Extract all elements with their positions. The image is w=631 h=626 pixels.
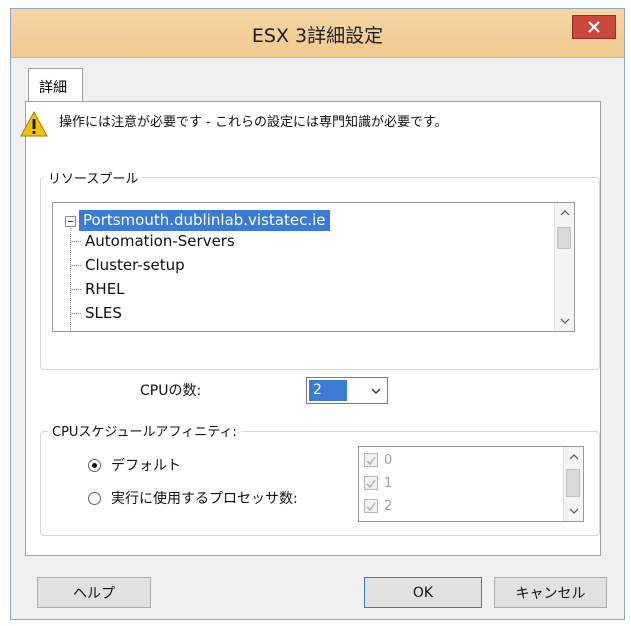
radio-processors[interactable]: 実行に使用するプロセッサ数: [88, 488, 298, 508]
tree-item-cluster-setup[interactable]: Cluster-setup [71, 254, 185, 276]
scroll-up-icon[interactable] [555, 203, 574, 223]
checkbox-icon [364, 453, 378, 467]
cpu-item-2: 2 [364, 497, 392, 515]
scroll-up-icon[interactable] [564, 447, 583, 467]
tree-item-rhel[interactable]: RHEL [71, 278, 125, 300]
radio-processors-label: 実行に使用するプロセッサ数: [111, 491, 298, 507]
tree-item-sles[interactable]: SLES [71, 302, 122, 324]
cpu-list-scrollbar[interactable] [563, 447, 583, 521]
tree-scrollbar[interactable] [554, 203, 574, 331]
collapse-icon[interactable] [65, 216, 76, 227]
cpu-affinity-list[interactable]: 0 1 2 [358, 446, 584, 522]
tree-item-automation-servers[interactable]: Automation-Servers [71, 230, 235, 252]
tree-root-item[interactable]: Portsmouth.dublinlab.vistatec.ie [79, 210, 330, 231]
close-button[interactable] [572, 15, 616, 39]
cancel-button[interactable]: キャンセル [494, 577, 607, 608]
warning-icon [20, 110, 48, 138]
checkbox-icon [364, 499, 378, 513]
scroll-thumb[interactable] [566, 469, 580, 497]
scroll-down-icon[interactable] [564, 501, 583, 521]
cpu-count-select[interactable]: 2 [306, 377, 388, 404]
radio-default[interactable]: デフォルト [88, 455, 181, 475]
affinity-label: CPUスケジュールアフィニティ: [48, 421, 241, 440]
resource-pool-tree[interactable]: Portsmouth.dublinlab.vistatec.ie Automat… [52, 202, 575, 332]
tab-details[interactable]: 詳細 [28, 68, 83, 102]
cpu-count-label: CPUの数: [140, 383, 202, 399]
cpu-count-value: 2 [309, 380, 347, 401]
ok-button[interactable]: OK [364, 577, 482, 608]
radio-processors-control[interactable] [88, 491, 101, 505]
cpu-item-0: 0 [364, 451, 392, 469]
radio-default-label: デフォルト [111, 458, 181, 474]
window-title: ESX 3詳細設定 [251, 25, 384, 47]
warning-text: 操作には注意が必要です - これらの設定には専門知識が必要です。 [59, 115, 448, 130]
help-button[interactable]: ヘルプ [37, 577, 151, 608]
radio-default-control[interactable] [88, 458, 101, 472]
close-icon [588, 21, 600, 33]
chevron-down-icon[interactable] [366, 381, 385, 400]
checkbox-icon [364, 476, 378, 490]
title-bar[interactable]: ESX 3詳細設定 [11, 9, 624, 58]
scroll-down-icon[interactable] [555, 311, 574, 331]
cpu-item-1: 1 [364, 474, 392, 492]
scroll-thumb[interactable] [557, 227, 571, 249]
resource-pool-label: リソースプール [44, 168, 143, 187]
